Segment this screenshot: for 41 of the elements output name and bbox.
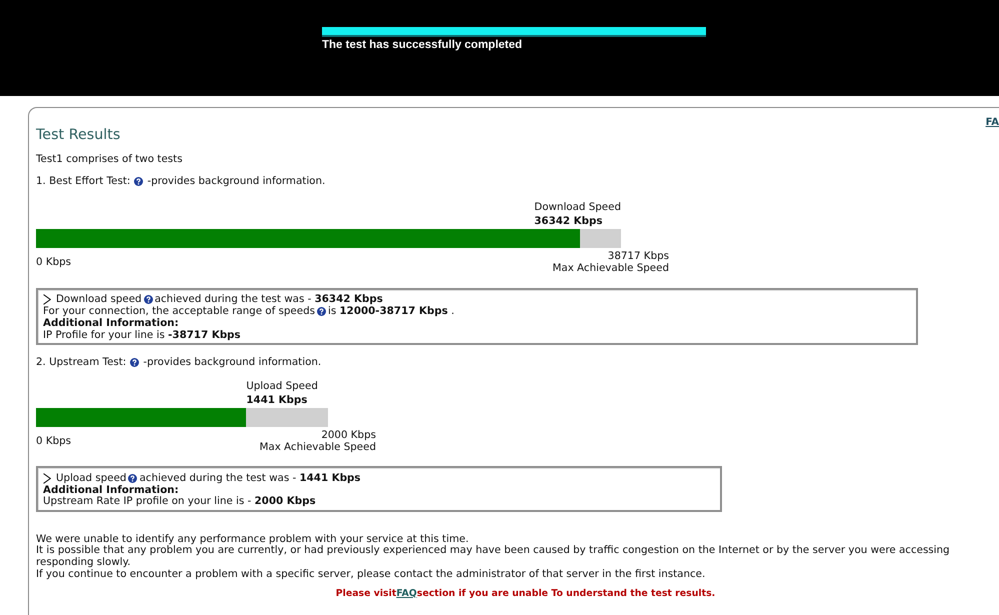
result-text: achieved during the test was - 1441 Kbps xyxy=(139,473,361,485)
chevron-icon xyxy=(43,294,51,304)
test-heading: 2. Upstream Test: xyxy=(36,356,126,368)
intro-text: Test1 comprises of two tests xyxy=(36,153,184,165)
notice-text: section if you are unable To understand the test results. xyxy=(416,588,716,599)
test-heading: 1. Best Effort Test: xyxy=(36,175,130,187)
summary-text: If you continue to encounter a problem with a specific server, please contact the administrator of that server in the first instance. xyxy=(36,568,706,581)
gauge-value: 1441 Kbps xyxy=(246,393,308,407)
info-heading: Additional Information: xyxy=(43,484,179,496)
summary-text: It is possible that any problem you are currently, or had previously experienced may have been caused by traffic congestion on the Internet or by the server you were accessing responding slowly. xyxy=(36,545,951,569)
gauge-label: Download Speed xyxy=(534,200,621,214)
page-title: Test Results xyxy=(36,127,120,143)
info-heading: Additional Information: xyxy=(43,317,179,329)
result-label: For your connection, the acceptable range of speeds xyxy=(43,305,315,317)
help-icon[interactable] xyxy=(144,294,153,304)
max-speed-value: 38717 Kbps xyxy=(606,250,669,262)
min-speed-label: 0 Kbps xyxy=(36,256,72,268)
help-icon[interactable] xyxy=(316,306,326,316)
help-text: -provides background information. xyxy=(143,356,322,368)
max-speed-value: 2000 Kbps xyxy=(320,429,376,441)
result-text: achieved during the test was - 36342 Kbps xyxy=(154,293,383,305)
info-text: Upstream Rate IP profile on your line is - 2000 Kbps xyxy=(43,496,316,508)
notice-text: Please visit xyxy=(336,588,396,599)
faq-link[interactable]: FAQ xyxy=(396,588,417,599)
max-speed-label: Max Achievable Speed xyxy=(260,441,376,453)
gauge-label: Upload Speed xyxy=(246,379,318,393)
summary-text: We were unable to identify any performance problem with your service at this time. xyxy=(36,534,470,546)
max-speed-label: Max Achievable Speed xyxy=(552,262,669,274)
result-text: is 12000-38717 Kbps . xyxy=(328,305,454,317)
info-text: IP Profile for your line is -38717 Kbps xyxy=(43,329,241,341)
gauge-value: 36342 Kbps xyxy=(534,214,604,228)
help-icon[interactable] xyxy=(130,358,140,366)
help-icon[interactable] xyxy=(134,176,144,186)
result-label: Download speed xyxy=(56,293,142,305)
faq-link[interactable]: FA xyxy=(986,117,999,129)
result-label: Upload speed xyxy=(56,473,126,485)
chevron-icon xyxy=(43,473,51,484)
min-speed-label: 0 Kbps xyxy=(36,435,72,447)
status-message: The test has successfully completed xyxy=(322,38,524,52)
help-icon[interactable] xyxy=(128,474,138,484)
help-text: -provides background information. xyxy=(147,175,326,187)
